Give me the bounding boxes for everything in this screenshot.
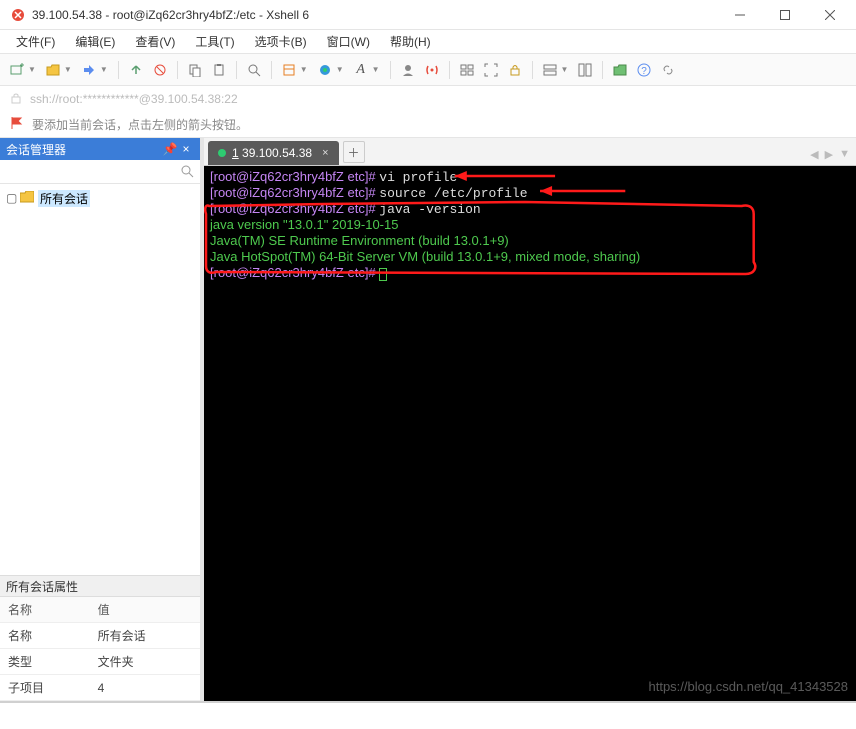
link-icon[interactable] <box>657 59 679 81</box>
toolbar: ▼ ▼ ▼ ▼ ▼ A▼ ▼ ? <box>0 54 856 86</box>
tab-label: 1 39.100.54.38 <box>232 146 312 160</box>
notify-text: 要添加当前会话，点击左侧的箭头按钮。 <box>32 116 248 133</box>
disconnect-icon[interactable] <box>149 59 171 81</box>
minimize-button[interactable] <box>717 0 762 30</box>
tree-root-label: 所有会话 <box>38 190 90 207</box>
help-icon[interactable]: ? <box>633 59 655 81</box>
titlebar: 39.100.54.38 - root@iZq62cr3hry4bfZ:/etc… <box>0 0 856 30</box>
paste-icon[interactable] <box>208 59 230 81</box>
menu-tabs[interactable]: 选项卡(B) <box>247 31 315 52</box>
address-text[interactable]: ssh://root:************@39.100.54.38:22 <box>30 92 238 106</box>
terminal[interactable]: [root@iZq62cr3hry4bfZ etc]# vi profile [… <box>204 166 856 701</box>
session-tree: ▢ 所有会话 <box>0 184 200 575</box>
notify-bar: 要添加当前会话，点击左侧的箭头按钮。 <box>0 112 856 138</box>
menu-window[interactable]: 窗口(W) <box>319 31 378 52</box>
lock-icon[interactable] <box>504 59 526 81</box>
address-bar: ssh://root:************@39.100.54.38:22 <box>0 86 856 112</box>
prop-header-name: 名称 <box>0 597 90 623</box>
search-icon[interactable] <box>243 59 265 81</box>
user-icon[interactable] <box>397 59 419 81</box>
folder-icon <box>20 191 34 206</box>
menu-file[interactable]: 文件(F) <box>8 31 63 52</box>
maximize-button[interactable] <box>762 0 807 30</box>
font-icon[interactable]: A <box>350 59 372 81</box>
sidebar: 会话管理器 📌 × ▢ 所有会话 所有会话属性 名称值 名称所有会话 类型文件夹… <box>0 138 200 701</box>
tree-root-item[interactable]: ▢ 所有会话 <box>6 188 194 208</box>
menu-help[interactable]: 帮助(H) <box>382 31 439 52</box>
sidebar-title: 会话管理器 <box>6 141 66 158</box>
reconnect-icon[interactable] <box>125 59 147 81</box>
sidebar-header: 会话管理器 📌 × <box>0 138 200 160</box>
menubar: 文件(F) 编辑(E) 查看(V) 工具(T) 选项卡(B) 窗口(W) 帮助(… <box>0 30 856 54</box>
tab-close-icon[interactable]: × <box>322 147 328 159</box>
svg-text:?: ? <box>642 66 648 77</box>
tab-prev-icon[interactable]: ◀ <box>810 148 818 161</box>
menu-edit[interactable]: 编辑(E) <box>67 31 123 52</box>
flag-icon <box>10 116 24 133</box>
prop-row: 类型文件夹 <box>0 649 200 675</box>
properties-icon[interactable] <box>278 59 300 81</box>
tab-strip: 1 39.100.54.38 × ＋ ◀ ▶ ▼ <box>204 138 856 166</box>
menu-view[interactable]: 查看(V) <box>127 31 183 52</box>
close-button[interactable] <box>807 0 852 30</box>
dropdown-icon[interactable]: ▼ <box>561 65 569 74</box>
status-dot-icon <box>218 149 226 157</box>
add-tab-button[interactable]: ＋ <box>343 141 365 163</box>
window-title: 39.100.54.38 - root@iZq62cr3hry4bfZ:/etc… <box>32 8 717 22</box>
properties-header: 所有会话属性 <box>0 575 200 597</box>
prop-row: 名称所有会话 <box>0 623 200 649</box>
dropdown-icon[interactable]: ▼ <box>336 65 344 74</box>
properties-table: 名称值 名称所有会话 类型文件夹 子项目4 <box>0 597 200 701</box>
dropdown-icon[interactable]: ▼ <box>300 65 308 74</box>
prop-header-value: 值 <box>90 597 200 623</box>
expand-icon[interactable]: ▢ <box>6 191 16 205</box>
color-icon[interactable] <box>314 59 336 81</box>
watermark: https://blog.csdn.net/qq_41343528 <box>649 680 849 695</box>
new-session-icon[interactable] <box>6 59 28 81</box>
script-icon[interactable] <box>421 59 443 81</box>
close-panel-icon[interactable]: × <box>178 142 194 156</box>
dropdown-icon[interactable]: ▼ <box>372 65 380 74</box>
lock-icon <box>10 92 22 107</box>
xftp-icon[interactable] <box>609 59 631 81</box>
transfer-icon[interactable] <box>78 59 100 81</box>
menu-tools[interactable]: 工具(T) <box>187 31 242 52</box>
pin-icon[interactable]: 📌 <box>162 142 178 156</box>
sidebar-search[interactable] <box>0 160 200 184</box>
dropdown-icon[interactable]: ▼ <box>100 65 108 74</box>
copy-icon[interactable] <box>184 59 206 81</box>
horizontal-split-icon[interactable] <box>539 59 561 81</box>
vertical-split-icon[interactable] <box>574 59 596 81</box>
fullscreen-icon[interactable] <box>480 59 502 81</box>
open-icon[interactable] <box>42 59 64 81</box>
tab-menu-icon[interactable]: ▼ <box>839 148 850 161</box>
tab-next-icon[interactable]: ▶ <box>825 148 833 161</box>
prop-row: 子项目4 <box>0 675 200 701</box>
app-icon <box>10 7 26 23</box>
sessions-icon[interactable] <box>456 59 478 81</box>
dropdown-icon[interactable]: ▼ <box>64 65 72 74</box>
main-area: 1 39.100.54.38 × ＋ ◀ ▶ ▼ [root@iZq62cr3h… <box>204 138 856 701</box>
dropdown-icon[interactable]: ▼ <box>28 65 36 74</box>
session-tab[interactable]: 1 39.100.54.38 × <box>208 141 339 165</box>
